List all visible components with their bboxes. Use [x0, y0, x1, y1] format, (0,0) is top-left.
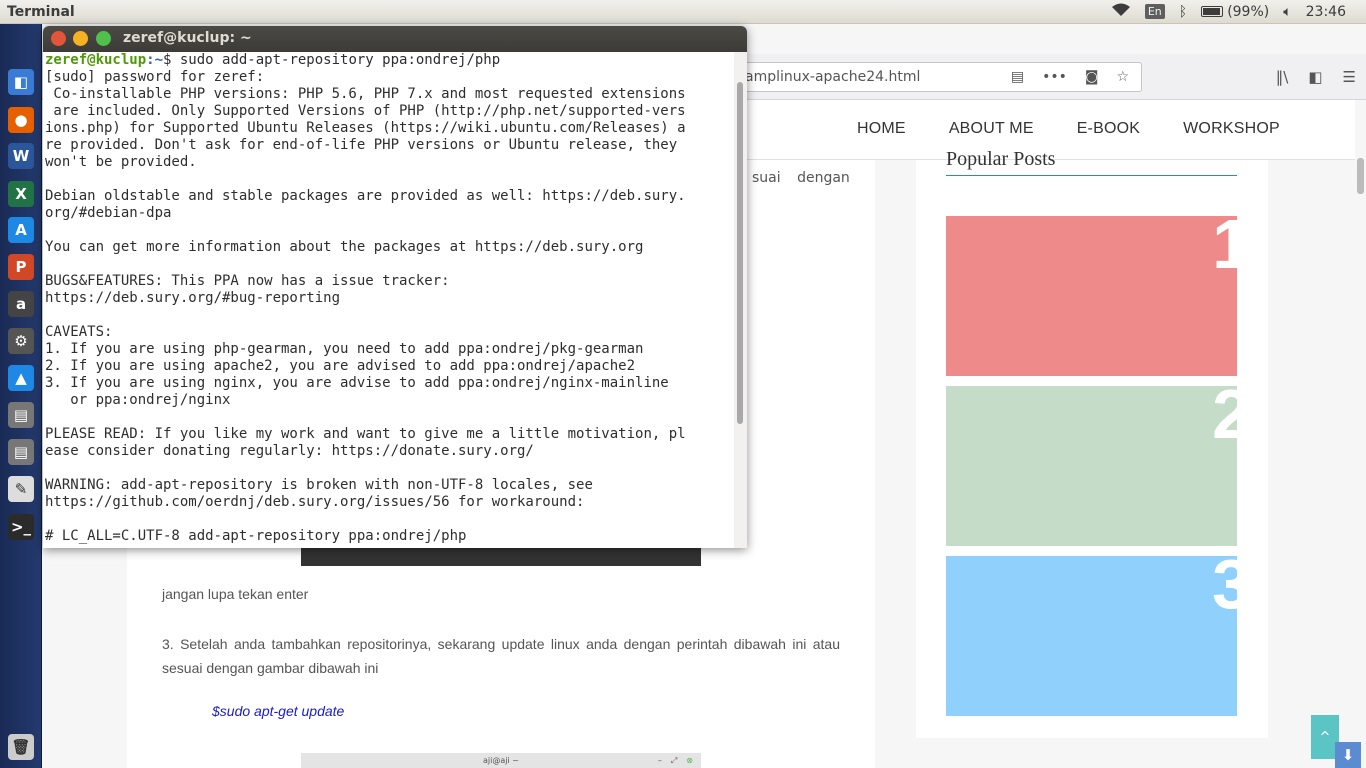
terminal-titlebar[interactable]: zeref@kuclup: ~ — [43, 26, 747, 52]
launcher-item-amazon[interactable]: a — [8, 291, 34, 317]
nav-workshop[interactable]: WORKSHOP — [1183, 120, 1280, 138]
page-scrollbar[interactable] — [1355, 100, 1366, 768]
launcher-item-dash[interactable] — [8, 33, 34, 59]
volume-icon[interactable]: 🔈︎ — [1283, 4, 1291, 20]
popular-post-card[interactable]: 3 — [946, 556, 1237, 716]
top-panel: Terminal En ᛒ (99%) 🔈︎ 23:46 — [0, 0, 1366, 24]
url-actions: ▤ ••• ◙ ☆ — [1011, 69, 1141, 85]
battery-indicator[interactable]: (99%) — [1201, 4, 1269, 20]
close-button[interactable] — [51, 31, 66, 46]
launcher-item-appstore[interactable]: A — [8, 217, 34, 243]
close-icon: ⊗ — [686, 756, 693, 765]
post-number: 1 — [1212, 216, 1237, 283]
prompt-command: $ sudo add-apt-repository ppa:ondrej/php — [163, 52, 501, 68]
menu-icon[interactable]: ☰ — [1343, 68, 1356, 86]
terminal-output-text: [sudo] password for zeref: Co-installabl… — [45, 69, 686, 544]
toolbar-right: ‖\ ◧ ☰ — [1276, 68, 1356, 86]
screenshot-image: aji@aji ~ – ⤢ ⊗ — [301, 753, 701, 768]
launcher-item-firefox[interactable]: ● — [8, 107, 34, 133]
maximize-button[interactable] — [96, 31, 111, 46]
prompt-user: zeref@kuclup — [45, 52, 147, 68]
clock[interactable]: 23:46 — [1306, 4, 1346, 20]
sidebar-toggle-icon[interactable]: ◧ — [1308, 68, 1322, 86]
launcher-item-excel[interactable]: X — [8, 181, 34, 207]
post-number: 2 — [1212, 386, 1237, 453]
terminal-scrollbar[interactable] — [734, 52, 747, 548]
wifi-icon[interactable] — [1111, 3, 1131, 21]
download-icon[interactable]: ⬇ — [1335, 742, 1361, 768]
launcher-item-powerpoint[interactable]: P — [8, 254, 34, 280]
prompt-path: :~ — [146, 52, 164, 68]
launcher-item-settings[interactable]: ⚙ — [8, 328, 34, 354]
library-icon[interactable]: ‖\ — [1276, 68, 1289, 86]
launcher: ◧ ● W X A Pa ⚙ ▲ ▤ ▤ ✎ >_ 🗑 — [0, 24, 42, 768]
launcher-item-drive-2[interactable]: ▤ — [8, 439, 34, 465]
active-app-title: Terminal — [7, 3, 75, 20]
launcher-item-terminal[interactable]: >_ — [8, 514, 34, 540]
screenshot-window-buttons: – ⤢ ⊗ — [658, 753, 693, 768]
nav-home[interactable]: HOME — [857, 120, 906, 138]
minimize-icon: – — [657, 756, 662, 765]
bookmark-star-icon[interactable]: ☆ — [1116, 69, 1129, 85]
reader-view-icon[interactable]: ▤ — [1011, 69, 1024, 85]
widget-divider — [946, 175, 1237, 176]
terminal-scroll-thumb[interactable] — [737, 82, 743, 424]
indicator-area: En ᛒ (99%) 🔈︎ 23:46 — [1111, 0, 1366, 24]
maximize-icon: ⤢ — [670, 756, 678, 765]
battery-icon — [1201, 6, 1224, 17]
nav-ebook[interactable]: E-BOOK — [1077, 120, 1140, 138]
screenshot-title: aji@aji ~ — [483, 756, 519, 765]
command-text: $sudo apt-get update — [212, 703, 345, 719]
popular-post-card[interactable]: 1 — [946, 216, 1237, 376]
bluetooth-icon[interactable]: ᛒ — [1179, 4, 1187, 20]
battery-percent: (99%) — [1227, 3, 1270, 20]
popular-post-card[interactable]: 2 — [946, 386, 1237, 546]
launcher-item-drive-1[interactable]: ▤ — [8, 402, 34, 428]
post-number: 3 — [1212, 556, 1237, 623]
article-paragraph: jangan lupa tekan enter — [162, 586, 309, 602]
terminal-output[interactable]: zeref@kuclup:~$ sudo add-apt-repository … — [43, 52, 734, 548]
launcher-item-files[interactable]: ◧ — [8, 69, 34, 95]
pocket-icon[interactable]: ◙ — [1085, 69, 1099, 85]
sidebar: Popular Posts 1 2 3 — [916, 148, 1268, 738]
page-scroll-thumb[interactable] — [1357, 158, 1364, 194]
minimize-button[interactable] — [73, 31, 88, 46]
launcher-item-word[interactable]: W — [8, 143, 34, 169]
launcher-item-editor[interactable]: ✎ — [8, 476, 34, 502]
more-actions-icon[interactable]: ••• — [1042, 69, 1067, 85]
url-bar[interactable]: amplinux-apache24.html ▤ ••• ◙ ☆ — [702, 62, 1142, 92]
terminal-window[interactable]: zeref@kuclup: ~ zeref@kuclup:~$ sudo add… — [43, 26, 747, 548]
launcher-item-trash[interactable]: 🗑 — [8, 734, 34, 760]
battery-level — [1203, 8, 1221, 15]
article-paragraph: 3. Setelah anda tambahkan repositorinya,… — [162, 636, 840, 676]
nav-about-me[interactable]: ABOUT ME — [949, 120, 1034, 138]
terminal-title: zeref@kuclup: ~ — [123, 30, 252, 46]
keyboard-layout-indicator[interactable]: En — [1144, 4, 1165, 19]
article-fragment: suai dengan — [752, 170, 850, 186]
site-nav: HOME ABOUT ME E-BOOK WORKSHOP — [857, 120, 1280, 138]
widget-title: Popular Posts — [946, 148, 1056, 170]
launcher-item-software[interactable]: ▲ — [8, 365, 34, 391]
